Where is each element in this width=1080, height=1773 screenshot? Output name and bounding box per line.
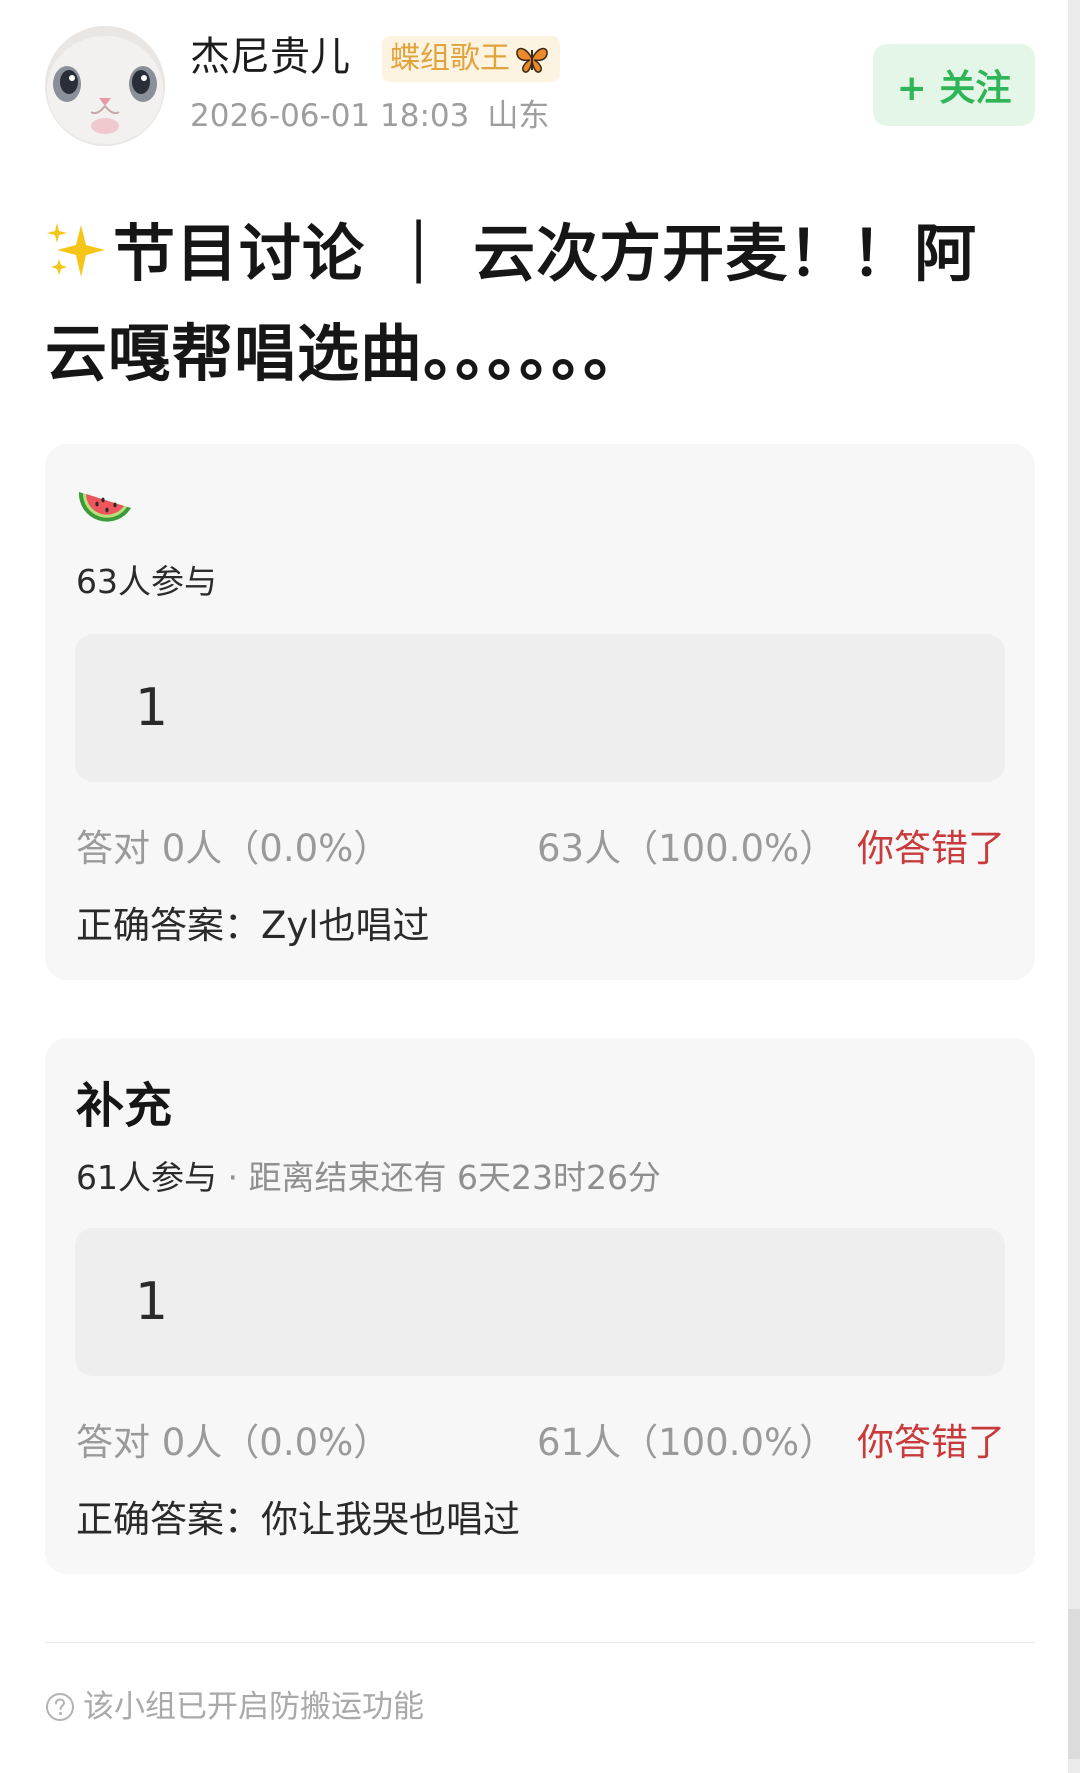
quiz-option[interactable]: 1 — [75, 1228, 1005, 1376]
correct-answer: 正确答案：你让我哭也唱过 — [76, 1498, 520, 1541]
user-badge[interactable]: 蝶组歌王 — [382, 36, 560, 82]
scrollbar-thumb[interactable] — [1068, 1609, 1080, 1759]
follow-button[interactable]: + 关注 — [873, 44, 1035, 126]
participant-count: 63人参与 — [76, 560, 217, 604]
cat-avatar-image — [45, 26, 165, 146]
quiz-card: 63人参与 1 答对 0人（0.0%） 63人（100.0%） 你答错了 正确答… — [45, 444, 1035, 980]
scrollbar[interactable] — [1068, 0, 1080, 1773]
help-circle-icon — [46, 1693, 74, 1721]
deadline-countdown: · 距离结束还有 6天23时26分 — [217, 1158, 661, 1197]
post-title-text: 节目讨论 ｜ 云次方开麦！！阿云嘎帮唱选曲。。。。。。 — [45, 217, 978, 390]
wrong-stat: 61人（100.0%） — [537, 1421, 837, 1464]
badge-label: 蝶组歌王 — [390, 41, 510, 76]
divider — [45, 1642, 1035, 1643]
participant-count-text: 63人参与 — [76, 562, 217, 601]
author-name[interactable]: 杰尼贵儿 — [190, 32, 350, 82]
butterfly-icon — [516, 47, 548, 73]
anti-repost-notice[interactable]: 该小组已开启防搬运功能 — [45, 1685, 424, 1729]
post-location: 山东 — [487, 98, 550, 134]
quiz-card: 补充 61人参与 · 距离结束还有 6天23时26分 1 答对 0人（0.0%）… — [45, 1038, 1035, 1574]
option-label: 1 — [135, 678, 169, 738]
quiz-title: 补充 — [76, 1078, 173, 1134]
participant-count-text: 61人参与 — [76, 1158, 217, 1197]
watermelon-icon — [75, 484, 135, 540]
post-date: 2026-06-01 18:03 — [190, 98, 470, 134]
avatar[interactable] — [45, 26, 165, 146]
option-label: 1 — [135, 1272, 169, 1332]
sparkles-icon — [45, 216, 109, 308]
result-verdict: 你答错了 — [857, 827, 1005, 870]
notice-text: 该小组已开启防搬运功能 — [83, 1689, 424, 1725]
post-title: 节目讨论 ｜ 云次方开麦！！阿云嘎帮唱选曲。。。。。。 — [45, 208, 1030, 400]
post-page: 杰尼贵儿 蝶组歌王 2026-06-01 18:03 山东 + 关注 节目讨论 ｜… — [0, 0, 1070, 1773]
result-verdict: 你答错了 — [857, 1421, 1005, 1464]
correct-stat: 答对 0人（0.0%） — [76, 1421, 391, 1464]
quiz-option[interactable]: 1 — [75, 634, 1005, 782]
correct-answer: 正确答案：Zyl也唱过 — [76, 904, 430, 947]
participant-count: 61人参与 · 距离结束还有 6天23时26分 — [76, 1156, 661, 1200]
post-meta: 2026-06-01 18:03 山东 — [190, 96, 549, 136]
wrong-stat: 63人（100.0%） — [537, 827, 837, 870]
correct-stat: 答对 0人（0.0%） — [76, 827, 391, 870]
